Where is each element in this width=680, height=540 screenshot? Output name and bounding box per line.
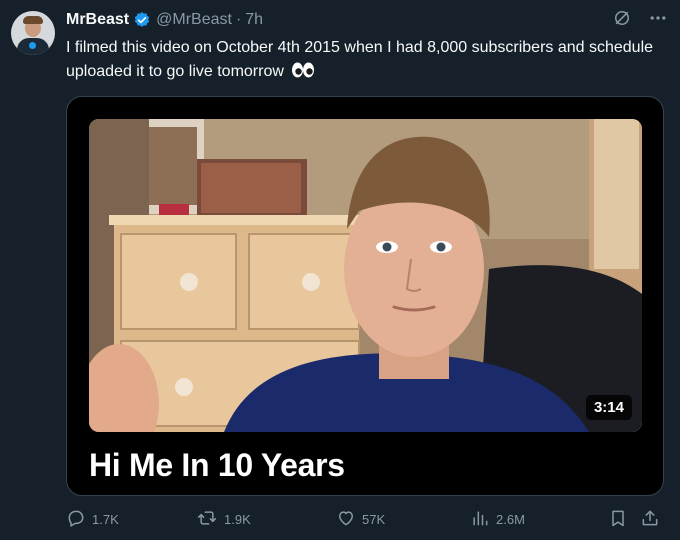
like-button[interactable]: 57K <box>336 508 385 531</box>
bookmark-icon <box>608 508 628 531</box>
eyes-emoji <box>291 61 315 87</box>
video-duration: 3:14 <box>585 395 632 420</box>
like-icon <box>336 508 356 531</box>
reply-icon <box>66 508 86 531</box>
reply-count: 1.7K <box>92 512 119 527</box>
share-icon <box>640 508 660 531</box>
video-card[interactable]: 3:14 Hi Me In 10 Years <box>66 96 664 496</box>
tweet-header: MrBeast @MrBeast · 7h <box>66 8 668 32</box>
grok-icon[interactable] <box>612 8 632 33</box>
views-icon <box>470 508 490 531</box>
timestamp[interactable]: 7h <box>245 11 263 29</box>
reply-button[interactable]: 1.7K <box>66 508 119 531</box>
like-count: 57K <box>362 512 386 527</box>
handle[interactable]: @MrBeast <box>156 11 232 29</box>
views-button[interactable]: 2.6M <box>470 508 525 531</box>
repost-icon <box>196 508 218 531</box>
tweet-text-content: I filmed this video on October 4th 2015 … <box>66 39 654 80</box>
separator-dot: · <box>235 11 242 28</box>
video-thumbnail[interactable]: 3:14 <box>89 119 642 432</box>
more-icon[interactable] <box>648 8 668 33</box>
views-count: 2.6M <box>496 512 525 527</box>
bookmark-button[interactable] <box>608 508 628 531</box>
repost-button[interactable]: 1.9K <box>196 508 251 531</box>
repost-count: 1.9K <box>224 512 251 527</box>
share-button[interactable] <box>640 508 660 531</box>
avatar[interactable] <box>11 11 55 55</box>
action-bar: 1.7K 1.9K 57K 2.6M <box>66 508 666 534</box>
video-title[interactable]: Hi Me In 10 Years <box>89 447 345 484</box>
verified-badge-icon <box>133 11 151 29</box>
tweet-text: I filmed this video on October 4th 2015 … <box>66 36 666 87</box>
display-name[interactable]: MrBeast <box>66 11 129 29</box>
